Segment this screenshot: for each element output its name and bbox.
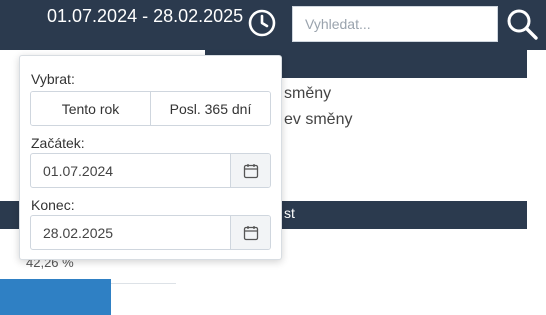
date-range-popover: Vybrat: Tento rok Posl. 365 dní Začátek:… (19, 55, 282, 260)
top-bar: 01.07.2024 - 28.02.2025 (0, 0, 546, 50)
end-label: Konec: (31, 197, 75, 213)
calendar-icon[interactable] (230, 216, 270, 249)
search-input[interactable] (292, 6, 498, 42)
last-365-days-button[interactable]: Posl. 365 dní (150, 92, 270, 125)
preset-button-group: Tento rok Posl. 365 dní (30, 91, 271, 126)
search-icon[interactable] (505, 7, 539, 41)
progress-bar (0, 279, 111, 315)
start-date-input[interactable]: 01.07.2024 (31, 154, 230, 187)
select-label: Vybrat: (31, 71, 75, 87)
this-year-button[interactable]: Tento rok (31, 92, 150, 125)
date-range-text[interactable]: 01.07.2024 - 28.02.2025 (47, 5, 243, 27)
end-date-field: 28.02.2025 (30, 215, 271, 250)
calendar-icon[interactable] (230, 154, 270, 187)
end-date-input[interactable]: 28.02.2025 (31, 216, 230, 249)
clock-icon[interactable] (246, 7, 278, 39)
start-label: Začátek: (31, 135, 85, 151)
start-date-field: 01.07.2024 (30, 153, 271, 188)
background-text: směny (284, 85, 332, 102)
section-header-label: st (284, 205, 295, 221)
background-text: ev směny (284, 111, 353, 128)
